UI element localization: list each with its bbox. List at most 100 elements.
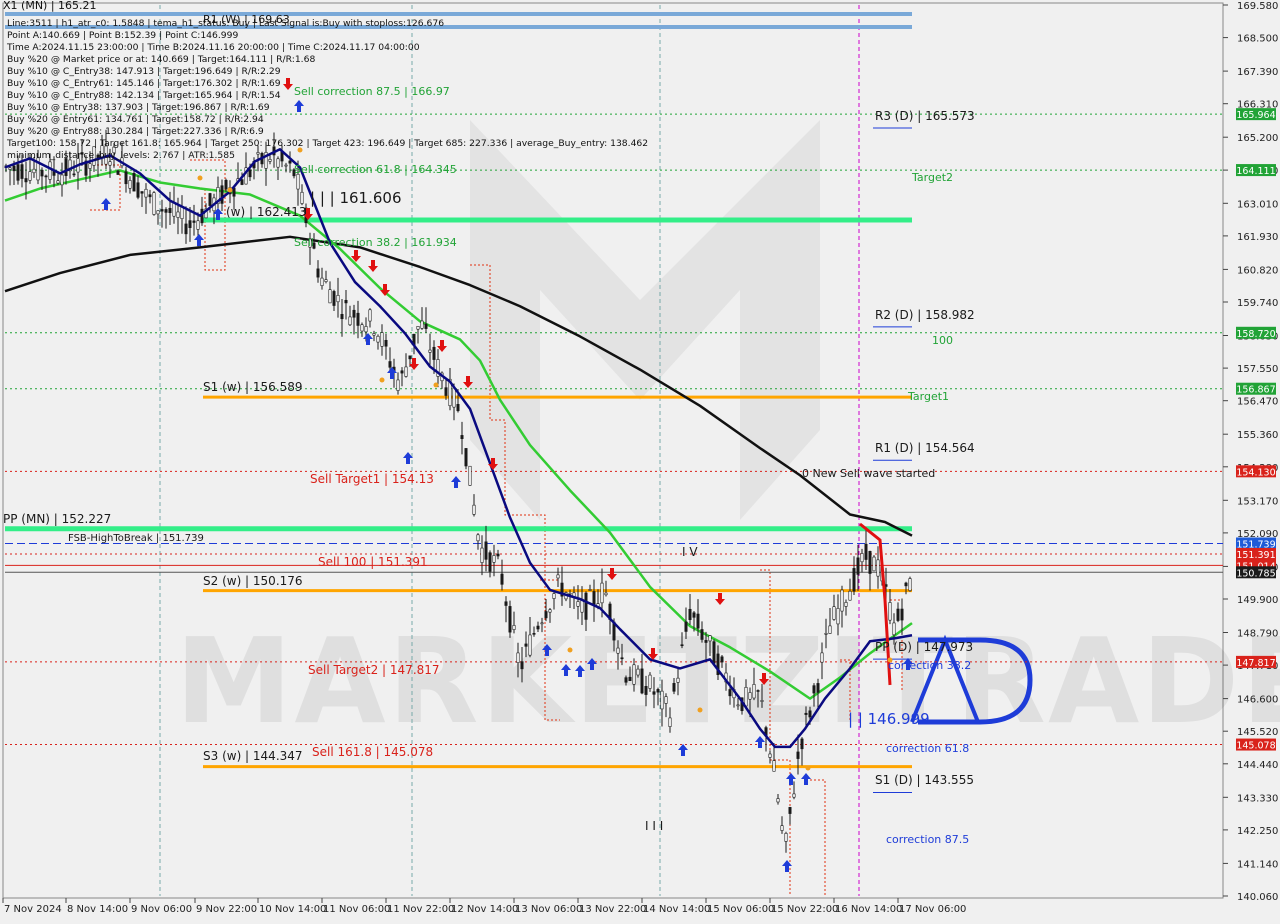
candle-body xyxy=(40,169,44,177)
candle-body xyxy=(444,387,448,396)
candle-body xyxy=(692,612,696,618)
candle-body xyxy=(892,622,896,636)
candle-body xyxy=(780,825,784,831)
candle-body xyxy=(824,633,828,635)
level-label: S3 (w) | 144.347 xyxy=(203,749,303,763)
price-tick-label: 142.250 xyxy=(1237,826,1278,837)
level-label: PP (D) | 147.973 xyxy=(875,640,973,654)
candle-body xyxy=(628,676,632,681)
candle-body xyxy=(632,664,636,685)
candle-body xyxy=(64,158,68,176)
level-label: PP (MN) | 152.227 xyxy=(3,512,111,526)
level-label: S1 (D) | 143.555 xyxy=(875,773,974,787)
price-badge-label: 151.391 xyxy=(1236,550,1275,561)
candle-body xyxy=(336,295,340,303)
candle-body xyxy=(128,180,132,189)
price-badge-label: 145.078 xyxy=(1236,741,1275,752)
candle-body xyxy=(644,686,648,695)
candle-body xyxy=(132,173,136,192)
candle-body xyxy=(248,169,252,178)
level-label: | | | 161.606 xyxy=(310,189,402,207)
price-tick-label: 146.600 xyxy=(1237,695,1278,706)
candle-body xyxy=(652,691,656,695)
candle-body xyxy=(896,608,900,621)
annotation-label: Sell correction 87.5 | 166.97 xyxy=(294,85,450,98)
symbol-line: X1 (MN) | 165.21 xyxy=(3,0,97,12)
annotation-label: Sell correction 61.8 | 164.345 xyxy=(294,163,457,176)
info-line: Line:3511 | h1_atr_c0: 1.5848 | tema_h1_… xyxy=(7,18,444,29)
candle-body xyxy=(160,209,164,212)
candle-body xyxy=(604,592,608,596)
candle-body xyxy=(148,194,152,198)
candle-body xyxy=(744,686,748,707)
candle-body xyxy=(28,171,32,181)
candle-body xyxy=(748,692,752,700)
candle-body xyxy=(368,309,372,322)
candle-body xyxy=(776,798,780,803)
signal-dot xyxy=(567,647,573,653)
candle-body xyxy=(756,690,760,692)
trading-chart[interactable]: MARKETZITRADE R3 (D) | 165.573R2 (D) | 1… xyxy=(0,0,1280,920)
time-tick-label: 8 Nov 14:00 xyxy=(67,904,128,915)
price-tick-label: 143.330 xyxy=(1237,793,1278,804)
candle-body xyxy=(136,182,140,198)
candle-body xyxy=(876,559,880,577)
candle-body xyxy=(844,602,848,607)
level-label: S2 (w) | 150.176 xyxy=(203,574,303,588)
level-label: R1 (D) | 154.564 xyxy=(875,441,975,455)
annotation-label: correction 87.5 xyxy=(886,833,969,846)
candle-body xyxy=(124,171,128,185)
annotation-label: Target2 xyxy=(911,171,953,184)
candle-body xyxy=(168,207,172,213)
annotation-label: Sell 100 | 151.391 xyxy=(318,555,428,569)
candle-body xyxy=(496,553,500,557)
annotation-label: Target1 xyxy=(907,390,949,403)
candle-body xyxy=(796,751,800,759)
candle-body xyxy=(424,323,428,329)
candle-body xyxy=(532,633,536,635)
candle-body xyxy=(772,760,776,772)
candle-body xyxy=(568,592,572,595)
price-badge-label: 158.720 xyxy=(1236,329,1275,340)
candle-body xyxy=(852,568,856,592)
price-badge-label: 156.867 xyxy=(1236,385,1275,396)
candle-body xyxy=(420,320,424,329)
candle-body xyxy=(684,621,688,632)
candle-body xyxy=(24,178,28,183)
candle-body xyxy=(656,689,660,693)
candle-body xyxy=(804,712,808,715)
candle-body xyxy=(552,593,556,599)
signal-dot xyxy=(197,175,203,181)
candle-body xyxy=(576,601,580,607)
candle-body xyxy=(864,543,868,560)
annotation-label: | | 146.999 xyxy=(848,710,930,728)
candle-body xyxy=(12,165,16,172)
level-label: S1 (w) | 156.589 xyxy=(203,380,303,394)
candle-body xyxy=(704,640,708,643)
annotation-label: Sell Target1 | 154.13 xyxy=(310,472,434,486)
candle-body xyxy=(240,179,244,185)
info-line: Buy %10 @ C_Entry88: 142.134 | Target:16… xyxy=(7,90,281,101)
candle-body xyxy=(808,710,812,718)
candle-body xyxy=(668,717,672,727)
candle-body xyxy=(508,606,512,633)
candle-body xyxy=(376,335,380,343)
level-label: R3 (D) | 165.573 xyxy=(875,109,975,123)
candle-body xyxy=(816,683,820,693)
price-badge-label: 147.817 xyxy=(1236,658,1275,669)
candle-body xyxy=(828,625,832,634)
time-tick-label: 12 Nov 14:00 xyxy=(451,904,518,915)
candle-body xyxy=(388,361,392,368)
candle-body xyxy=(516,652,520,663)
candle-body xyxy=(660,690,664,710)
candle-body xyxy=(840,589,844,612)
candle-body xyxy=(720,656,724,663)
candle-body xyxy=(432,346,436,360)
info-line: Buy %20 @ Entry61: 134.761 | Target:158.… xyxy=(7,114,264,125)
price-tick-label: 149.900 xyxy=(1237,595,1278,606)
annotation-label: Sell Target2 | 147.817 xyxy=(308,663,440,677)
chart-root: MARKETZITRADE R3 (D) | 165.573 R2 (D) | 1… xyxy=(0,0,1280,920)
candle-body xyxy=(276,158,280,168)
candle-body xyxy=(284,164,288,167)
annotation-label: I I I xyxy=(645,819,663,833)
